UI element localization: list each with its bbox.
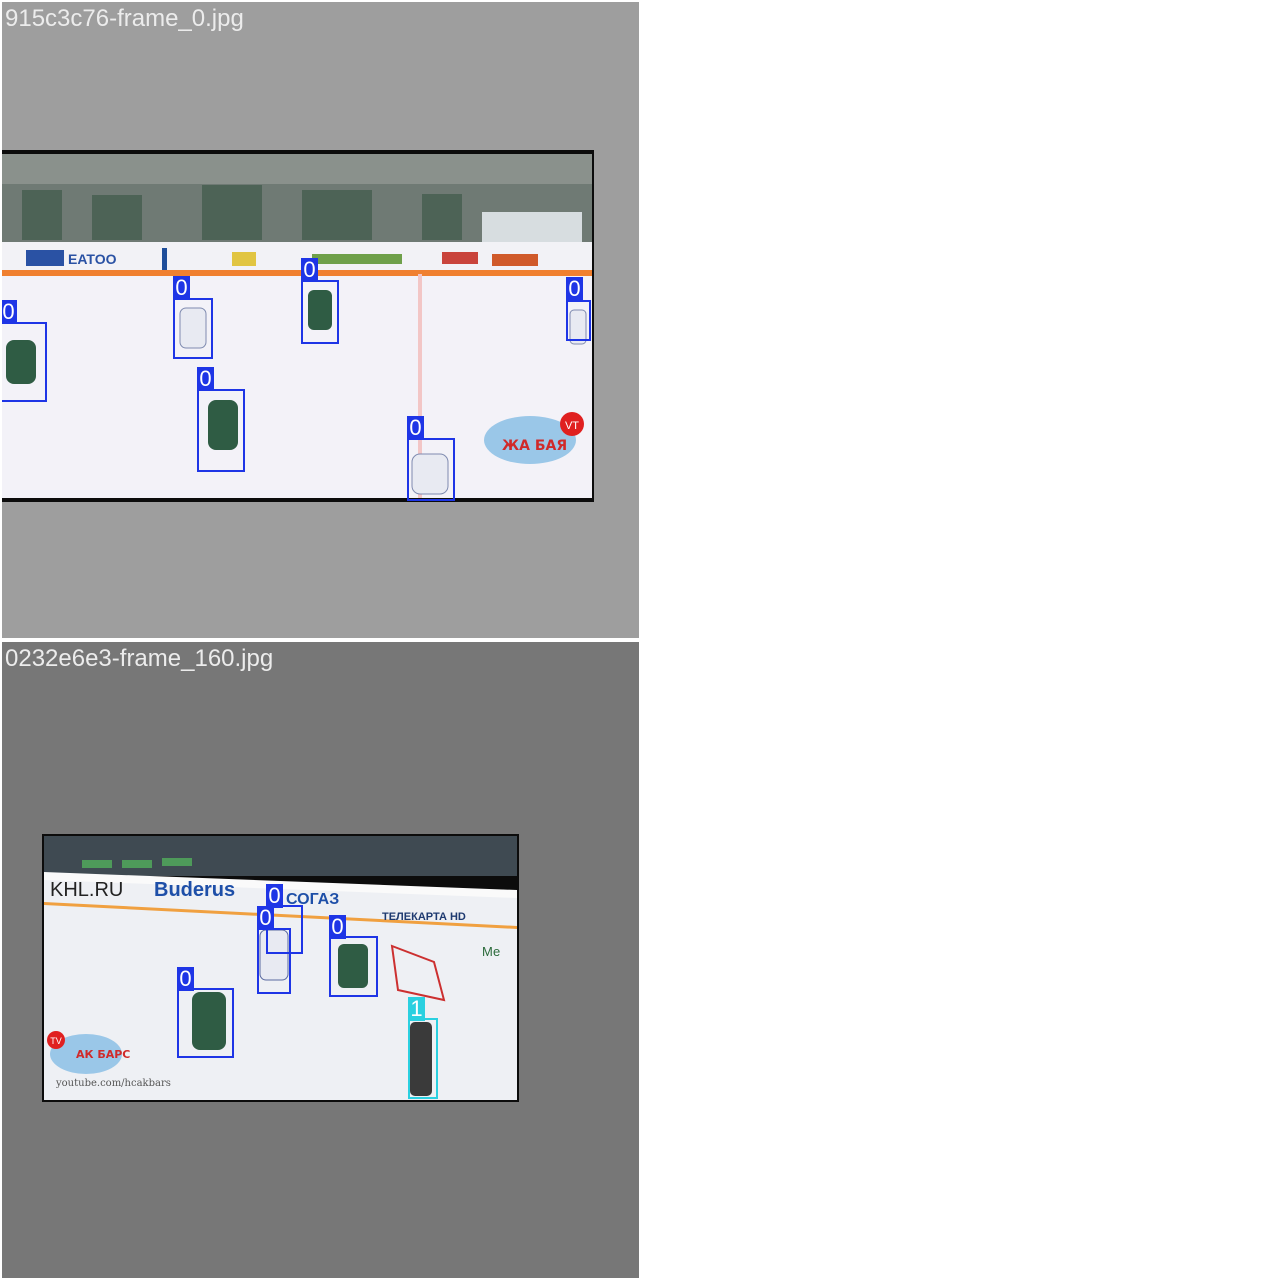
detection-label: 0	[173, 276, 190, 300]
filename-label: 915c3c76-frame_0.jpg	[5, 5, 244, 32]
mosaic-tile-1: EATOO ЖА БАЯ VT 915c3c76-frame_0.jpg 0 0…	[2, 2, 639, 638]
logo-badge: VT	[565, 420, 579, 432]
board-text: Ме	[482, 944, 500, 959]
frame-image: EATOO ЖА БАЯ VT	[2, 150, 594, 502]
detection-box[interactable]	[301, 280, 339, 344]
detection-box[interactable]	[2, 322, 47, 402]
detection-label: 0	[301, 258, 318, 282]
logo-lettering: ЖА БАЯ	[502, 438, 567, 454]
detection-label: 0	[566, 277, 583, 301]
detection-label: 0	[329, 915, 346, 939]
detection-label: 0	[2, 300, 17, 324]
mosaic-tile-2: KHL.RU Buderus СОГАЗ ТЕЛЕКАРТА HD Ме TV …	[2, 642, 639, 1278]
detection-box[interactable]	[173, 298, 213, 359]
logo-badge: TV	[50, 1036, 62, 1046]
detection-box[interactable]	[329, 936, 378, 997]
detection-box[interactable]	[197, 389, 245, 472]
detection-label: 0	[177, 967, 194, 991]
board-text: ТЕЛЕКАРТА HD	[382, 911, 466, 923]
detection-label: 0	[257, 906, 274, 930]
detection-box[interactable]	[257, 928, 291, 994]
board-text: KHL.RU	[50, 879, 123, 901]
detection-box[interactable]	[407, 438, 455, 501]
logo-lettering: АК БАРС	[76, 1048, 130, 1061]
detection-box[interactable]	[408, 1018, 438, 1099]
detection-box[interactable]	[566, 300, 591, 341]
detection-label: 0	[197, 367, 214, 391]
detection-label: 0	[407, 416, 424, 440]
logo-url: youtube.com/hcakbars	[55, 1078, 171, 1089]
board-text: Buderus	[154, 879, 235, 901]
detection-label: 1	[408, 997, 425, 1021]
filename-label: 0232e6e3-frame_160.jpg	[5, 645, 274, 672]
detection-box[interactable]	[177, 988, 234, 1058]
board-text: EATOO	[68, 251, 117, 267]
